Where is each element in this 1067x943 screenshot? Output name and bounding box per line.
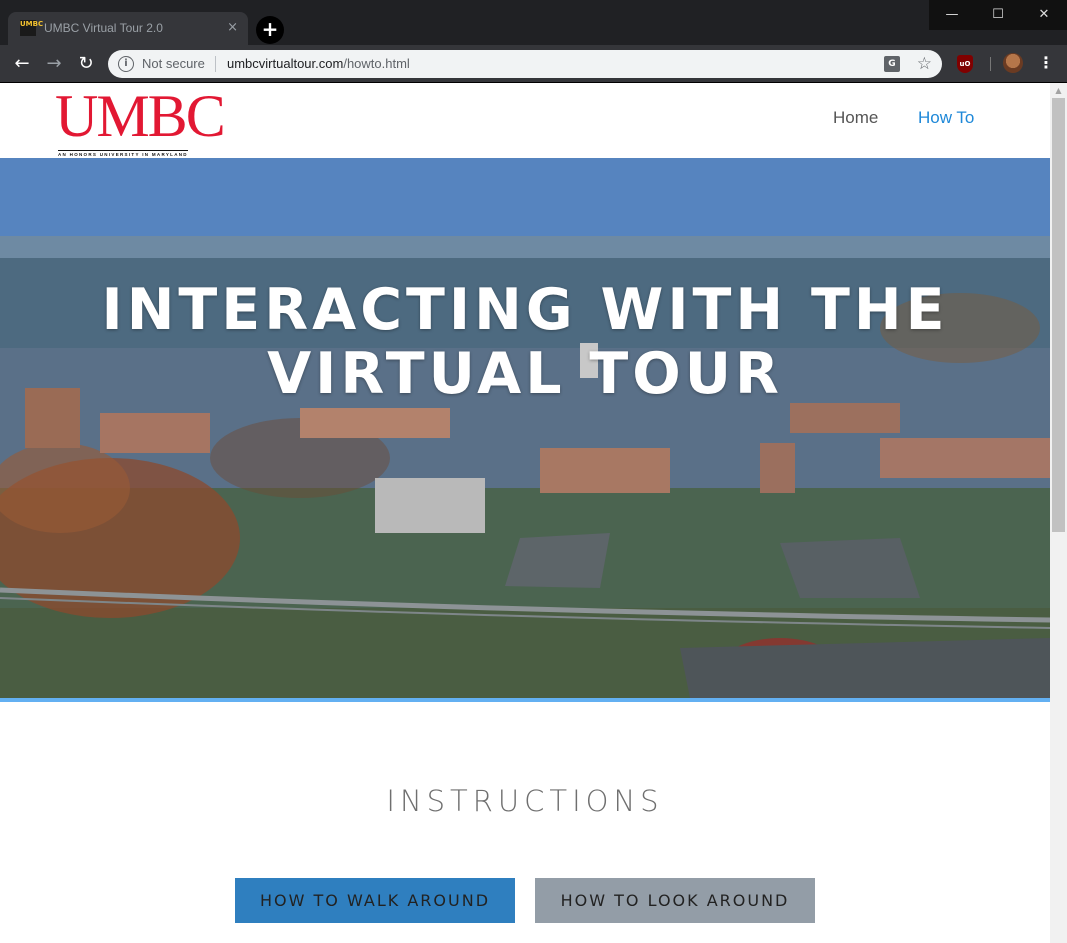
new-tab-button[interactable]: + (256, 16, 284, 44)
back-arrow-icon[interactable]: ← (10, 52, 34, 76)
translate-icon[interactable]: G (884, 56, 900, 72)
minimize-button[interactable]: — (929, 0, 975, 30)
browser-tab-bar: UMBC UMBC Virtual Tour 2.0 × + — ☐ ✕ (0, 0, 1067, 45)
how-to-walk-around-button[interactable]: HOW TO WALK AROUND (235, 878, 515, 923)
bookmark-star-icon[interactable]: ☆ (917, 53, 932, 75)
umbc-logo[interactable]: UMBC AN HONORS UNIVERSITY IN MARYLAND (55, 83, 240, 157)
scroll-up-arrow-icon[interactable]: ▲ (1050, 85, 1067, 97)
nav-home-link[interactable]: Home (833, 108, 878, 128)
toolbar-separator (990, 57, 991, 71)
instructions-heading: INSTRUCTIONS (386, 784, 664, 818)
url-host: umbcvirtualtour.com (227, 56, 344, 71)
reload-icon[interactable]: ↻ (74, 52, 98, 76)
tab-close-icon[interactable]: × (227, 20, 238, 35)
campus-aerial-image (0, 158, 1050, 698)
how-to-look-around-button[interactable]: HOW TO LOOK AROUND (535, 878, 815, 923)
web-page: UMBC AN HONORS UNIVERSITY IN MARYLAND Ho… (0, 83, 1050, 943)
ublock-extension-icon[interactable]: uO (957, 55, 973, 73)
hero-title: INTERACTING WITH THE VIRTUAL TOUR (0, 278, 1050, 406)
hero-banner (0, 158, 1050, 698)
info-icon[interactable]: i (118, 56, 134, 72)
browser-toolbar: ← → ↻ i Not secure umbcvirtualtour.com/h… (0, 45, 1067, 82)
logo-wordmark: UMBC (55, 83, 226, 149)
maximize-button[interactable]: ☐ (975, 0, 1021, 30)
url-text[interactable]: umbcvirtualtour.com/howto.html (227, 56, 410, 71)
browser-menu-icon[interactable]: ⋮ (1038, 53, 1054, 73)
address-separator (215, 56, 216, 72)
tab-title: UMBC Virtual Tour 2.0 (44, 21, 163, 35)
hero-title-line-2: VIRTUAL TOUR (267, 341, 783, 407)
logo-tagline: AN HONORS UNIVERSITY IN MARYLAND (58, 150, 188, 157)
url-path: /howto.html (343, 56, 410, 71)
forward-arrow-icon[interactable]: → (42, 52, 66, 76)
browser-tab[interactable]: UMBC UMBC Virtual Tour 2.0 × (8, 12, 248, 45)
address-bar[interactable]: i Not secure umbcvirtualtour.com/howto.h… (108, 50, 942, 78)
security-label[interactable]: Not secure (142, 56, 205, 71)
hero-title-line-1: INTERACTING WITH THE (101, 277, 949, 343)
nav-howto-link[interactable]: How To (918, 108, 974, 128)
profile-avatar[interactable] (1003, 53, 1023, 73)
close-window-button[interactable]: ✕ (1021, 0, 1067, 30)
window-controls: — ☐ ✕ (929, 0, 1067, 30)
hero-accent-bar (0, 698, 1050, 702)
page-scrollbar[interactable]: ▲ (1050, 83, 1067, 943)
scrollbar-thumb[interactable] (1052, 98, 1065, 532)
umbc-favicon-icon: UMBC (20, 20, 43, 36)
